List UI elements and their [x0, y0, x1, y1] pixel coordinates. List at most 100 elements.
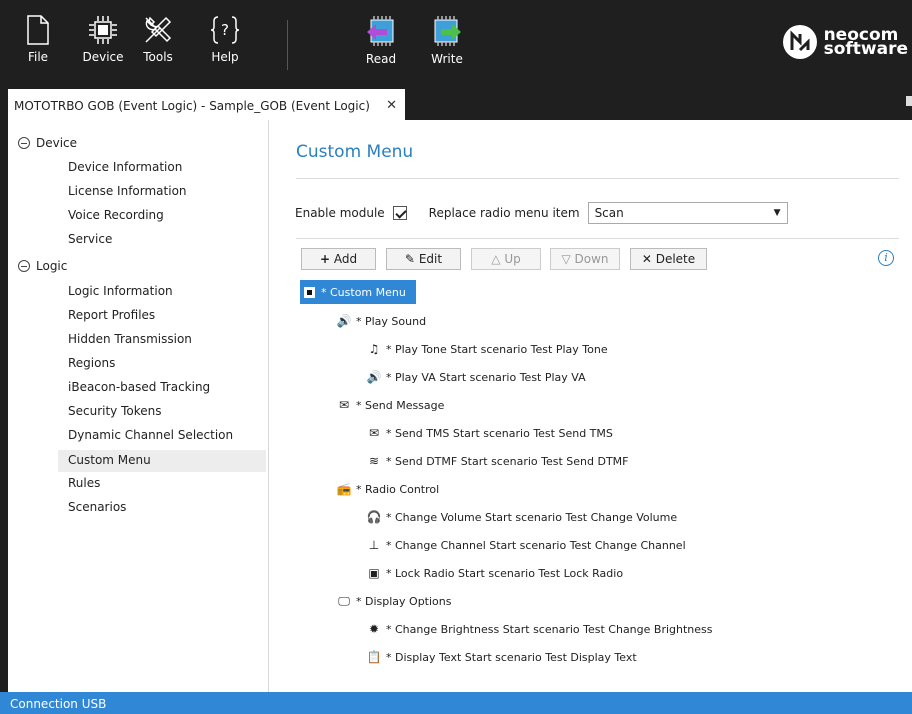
tools-icon — [145, 16, 172, 43]
tree-item-regions[interactable]: Regions — [68, 356, 115, 370]
edit-button[interactable]: ✎ Edit — [386, 248, 461, 270]
menu-node-label: * Change Brightness Start scenario Test … — [386, 622, 713, 636]
speaker-icon: 🔊 — [366, 370, 382, 384]
write-label: Write — [431, 52, 463, 66]
tree-item-custom-menu[interactable]: Custom Menu — [58, 450, 266, 472]
connection-status: Connection USB — [10, 697, 107, 711]
chevron-down-icon: ▼ — [773, 208, 781, 218]
monitor-icon: 🖵 — [338, 593, 350, 608]
replace-menu-label: Replace radio menu item — [428, 206, 580, 220]
tree-item-logic-information[interactable]: Logic Information — [68, 284, 173, 298]
menu-node-label: * Change Volume Start scenario Test Chan… — [386, 510, 678, 524]
envelope-icon: ✉ — [338, 398, 350, 412]
menu-node-radio-control[interactable]: 📻 * Radio Control — [336, 479, 440, 499]
menu-node-send-dtmf[interactable]: ≋ * Send DTMF Start scenario Test Send DT… — [366, 451, 629, 471]
down-label: Down — [574, 252, 609, 266]
options-row: Enable module Replace radio menu item Sc… — [295, 202, 788, 224]
tree-item-device-information[interactable]: Device Information — [68, 160, 182, 174]
menu-node-label: * Play Sound — [356, 314, 427, 328]
neocom-logo-icon — [782, 25, 817, 59]
document-tab[interactable]: MOTOTRBO GOB (Event Logic) - Sample_GOB … — [8, 89, 405, 120]
tree-group-device[interactable]: Device — [18, 136, 77, 150]
menu-node-send-tms[interactable]: ✉ * Send TMS Start scenario Test Send TMS — [366, 423, 613, 443]
menu-node-label: * Send Message — [356, 398, 445, 412]
custom-menu-panel: Custom Menu Enable module Replace radio … — [270, 120, 912, 692]
triangle-down-icon: ▽ — [561, 252, 571, 266]
menu-node-label: * Send TMS Start scenario Test Send TMS — [386, 426, 613, 440]
enable-module-checkbox[interactable] — [392, 206, 407, 220]
tools-button[interactable]: Tools — [132, 14, 184, 80]
tree-item-ibeacon-tracking[interactable]: iBeacon-based Tracking — [68, 380, 210, 394]
triangle-up-icon: △ — [491, 252, 501, 266]
replace-menu-value: Scan — [594, 206, 624, 220]
device-button[interactable]: Device — [77, 14, 129, 80]
navigation-tree: Device Device Information License Inform… — [8, 120, 269, 692]
menu-node-play-va[interactable]: 🔊 * Play VA Start scenario Test Play VA — [366, 367, 586, 387]
menu-node-display-options[interactable]: 🖵 * Display Options — [336, 591, 451, 611]
pencil-icon: ✎ — [404, 252, 415, 266]
collapse-icon[interactable] — [18, 137, 30, 149]
menu-node-label: * Custom Menu — [321, 285, 406, 299]
tree-item-license-information[interactable]: License Information — [68, 184, 187, 198]
read-button[interactable]: Read — [355, 14, 407, 80]
help-icon: ? — [210, 16, 240, 44]
channel-icon: ⊥ — [368, 538, 380, 552]
document-tabbar: MOTOTRBO GOB (Event Logic) - Sample_GOB … — [0, 84, 912, 120]
file-icon — [27, 15, 49, 45]
close-icon[interactable]: ✕ — [386, 98, 397, 113]
collapse-icon[interactable] — [18, 260, 30, 272]
tree-item-scenarios[interactable]: Scenarios — [68, 500, 126, 514]
add-button[interactable]: + Add — [301, 248, 376, 270]
signal-icon: ≋ — [368, 454, 380, 468]
file-button[interactable]: File — [12, 14, 64, 80]
write-icon — [434, 16, 461, 46]
delete-label: Delete — [655, 252, 696, 266]
tab-overflow-button[interactable] — [906, 96, 912, 106]
menu-node-send-message[interactable]: ✉ * Send Message — [336, 395, 444, 415]
menu-node-change-channel[interactable]: ⊥ * Change Channel Start scenario Test Ch… — [366, 535, 686, 555]
down-button[interactable]: ▽ Down — [550, 248, 620, 270]
info-icon[interactable]: i — [878, 250, 894, 266]
chip-icon — [89, 16, 117, 44]
menu-node-label: * Radio Control — [356, 482, 440, 496]
menu-node-label: * Change Channel Start scenario Test Cha… — [386, 538, 686, 552]
tools-label: Tools — [143, 50, 173, 64]
tree-item-report-profiles[interactable]: Report Profiles — [68, 308, 155, 322]
tree-item-hidden-transmission[interactable]: Hidden Transmission — [68, 332, 192, 346]
write-button[interactable]: Write — [421, 14, 473, 80]
menu-node-label: * Play VA Start scenario Test Play VA — [386, 370, 586, 384]
replace-menu-select[interactable]: Scan ▼ — [587, 202, 788, 224]
menu-node-change-brightness[interactable]: ✹ * Change Brightness Start scenario Test… — [366, 619, 713, 639]
menu-node-play-tone[interactable]: ♫ * Play Tone Start scenario Test Play To… — [366, 339, 608, 359]
tree-item-voice-recording[interactable]: Voice Recording — [68, 208, 164, 222]
tree-group-label: Device — [36, 136, 78, 150]
options-divider — [296, 238, 899, 239]
tree-group-logic[interactable]: Logic — [18, 259, 67, 273]
edit-label: Edit — [418, 252, 443, 266]
menu-node-change-volume[interactable]: 🎧 * Change Volume Start scenario Test Cha… — [366, 507, 678, 527]
brightness-icon: ✹ — [368, 622, 380, 636]
enable-module-label: Enable module — [295, 206, 385, 220]
tree-item-service[interactable]: Service — [68, 232, 112, 246]
tree-item-dynamic-channel-selection[interactable]: Dynamic Channel Selection — [68, 428, 233, 442]
help-button[interactable]: ? Help — [199, 14, 251, 80]
file-label: File — [27, 50, 49, 64]
page-title: Custom Menu — [296, 142, 414, 162]
delete-button[interactable]: ✕ Delete — [630, 248, 707, 270]
up-button[interactable]: △ Up — [471, 248, 541, 270]
help-label: Help — [211, 50, 239, 64]
svg-text:?: ? — [221, 21, 229, 39]
menu-node-play-sound[interactable]: 🔊 * Play Sound — [336, 311, 427, 331]
menu-node-display-text[interactable]: 📋 * Display Text Start scenario Test Disp… — [366, 647, 637, 667]
status-bar: Connection USB — [0, 692, 912, 714]
tree-item-security-tokens[interactable]: Security Tokens — [68, 404, 162, 418]
title-divider — [296, 178, 899, 179]
envelope-icon: ✉ — [368, 426, 380, 440]
x-icon: ✕ — [641, 252, 652, 266]
main-toolbar: File Device Tools ? Help Read Write neoc… — [0, 0, 912, 84]
menu-node-lock-radio[interactable]: ▣ * Lock Radio Start scenario Test Lock R… — [366, 563, 623, 583]
toolbar-separator — [287, 20, 288, 70]
tree-item-rules[interactable]: Rules — [68, 476, 100, 490]
plus-icon: + — [319, 252, 330, 266]
menu-node-root[interactable]: * Custom Menu — [300, 280, 416, 304]
